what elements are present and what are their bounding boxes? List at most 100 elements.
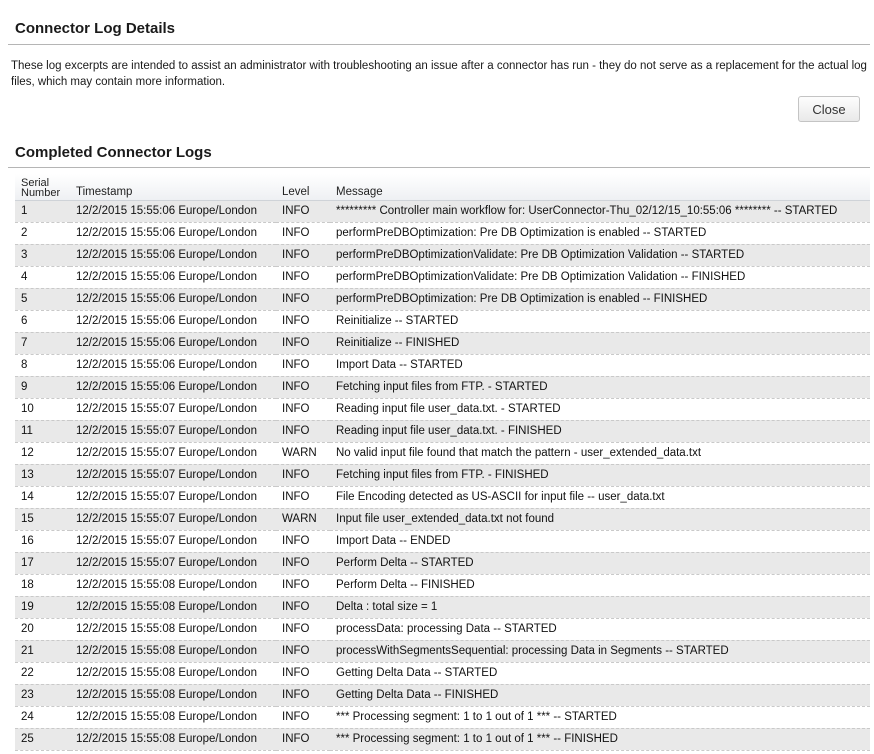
log-message-cell: Input file user_extended_data.txt not fo… (330, 508, 870, 531)
log-row: 11 12/2/2015 15:55:07 Europe/London INFO Re… (15, 420, 870, 443)
log-serial-cell: 11 (15, 420, 70, 443)
column-header-serial[interactable]: Serial Number (15, 174, 70, 201)
log-level-cell: INFO (276, 728, 330, 751)
log-row: 16 12/2/2015 15:55:07 Europe/London INFO Im… (15, 530, 870, 553)
log-message-cell: performPreDBOptimizationValidate: Pre DB… (330, 244, 870, 267)
log-row: 12 12/2/2015 15:55:07 Europe/London WARN No… (15, 442, 870, 465)
log-level-cell: INFO (276, 420, 330, 443)
log-timestamp-cell: 12/2/2015 15:55:08 Europe/London (70, 684, 276, 707)
log-timestamp-cell: 12/2/2015 15:55:06 Europe/London (70, 376, 276, 399)
log-serial-cell: 24 (15, 706, 70, 729)
log-row: 23 12/2/2015 15:55:08 Europe/London INFO Ge… (15, 684, 870, 707)
log-row: 9 12/2/2015 15:55:06 Europe/London INFO Fet… (15, 376, 870, 399)
log-timestamp-cell: 12/2/2015 15:55:08 Europe/London (70, 618, 276, 641)
log-timestamp-cell: 12/2/2015 15:55:08 Europe/London (70, 662, 276, 685)
log-row: 15 12/2/2015 15:55:07 Europe/London WARN In… (15, 508, 870, 531)
log-message-cell: Reinitialize -- STARTED (330, 310, 870, 333)
log-level-cell: INFO (276, 706, 330, 729)
log-level-cell: INFO (276, 464, 330, 487)
log-serial-cell: 3 (15, 244, 70, 267)
log-row: 13 12/2/2015 15:55:07 Europe/London INFO Fe… (15, 464, 870, 487)
log-serial-cell: 18 (15, 574, 70, 597)
log-row: 25 12/2/2015 15:55:08 Europe/London INFO **… (15, 728, 870, 751)
log-timestamp-cell: 12/2/2015 15:55:06 Europe/London (70, 310, 276, 333)
log-level-cell: INFO (276, 244, 330, 267)
log-timestamp-cell: 12/2/2015 15:55:06 Europe/London (70, 222, 276, 245)
log-serial-cell: 14 (15, 486, 70, 509)
column-header-timestamp[interactable]: Timestamp (70, 174, 276, 201)
log-level-cell: INFO (276, 376, 330, 399)
log-message-cell: Perform Delta -- FINISHED (330, 574, 870, 597)
log-serial-cell: 2 (15, 222, 70, 245)
log-level-cell: INFO (276, 662, 330, 685)
log-serial-cell: 21 (15, 640, 70, 663)
log-row: 1 12/2/2015 15:55:06 Europe/London INFO ***… (15, 200, 870, 223)
log-message-cell: *** Processing segment: 1 to 1 out of 1 … (330, 706, 870, 729)
log-timestamp-cell: 12/2/2015 15:55:07 Europe/London (70, 552, 276, 575)
log-row: 8 12/2/2015 15:55:06 Europe/London INFO Imp… (15, 354, 870, 377)
log-level-cell: INFO (276, 618, 330, 641)
log-message-cell: ********* Controller main workflow for: … (330, 200, 870, 223)
log-serial-cell: 8 (15, 354, 70, 377)
close-button[interactable]: Close (798, 96, 860, 122)
log-serial-cell: 5 (15, 288, 70, 311)
log-row: 14 12/2/2015 15:55:07 Europe/London INFO Fi… (15, 486, 870, 509)
log-table-header: Serial Number Timestamp Level Message (15, 174, 870, 201)
log-serial-cell: 10 (15, 398, 70, 421)
log-row: 2 12/2/2015 15:55:06 Europe/London INFO per… (15, 222, 870, 245)
log-level-cell: INFO (276, 530, 330, 553)
log-serial-cell: 20 (15, 618, 70, 641)
log-timestamp-cell: 12/2/2015 15:55:06 Europe/London (70, 354, 276, 377)
log-level-cell: INFO (276, 332, 330, 355)
log-table-body: 1 12/2/2015 15:55:06 Europe/London INFO ***… (15, 200, 870, 751)
log-message-cell: Reading input file user_data.txt. - STAR… (330, 398, 870, 421)
log-row: 19 12/2/2015 15:55:08 Europe/London INFO De… (15, 596, 870, 619)
log-serial-cell: 6 (15, 310, 70, 333)
log-message-cell: performPreDBOptimizationValidate: Pre DB… (330, 266, 870, 289)
log-serial-cell: 25 (15, 728, 70, 751)
log-serial-cell: 19 (15, 596, 70, 619)
log-timestamp-cell: 12/2/2015 15:55:08 Europe/London (70, 728, 276, 751)
log-row: 18 12/2/2015 15:55:08 Europe/London INFO Pe… (15, 574, 870, 597)
log-serial-cell: 1 (15, 200, 70, 223)
log-level-cell: INFO (276, 310, 330, 333)
log-message-cell: Reinitialize -- FINISHED (330, 332, 870, 355)
log-level-cell: INFO (276, 288, 330, 311)
section-title: Completed Connector Logs (15, 144, 212, 161)
page-title: Connector Log Details (15, 20, 176, 37)
log-row: 4 12/2/2015 15:55:06 Europe/London INFO per… (15, 266, 870, 289)
log-level-cell: INFO (276, 398, 330, 421)
log-timestamp-cell: 12/2/2015 15:55:08 Europe/London (70, 640, 276, 663)
log-message-cell: Fetching input files from FTP. - STARTED (330, 376, 870, 399)
log-message-cell: Fetching input files from FTP. - FINISHE… (330, 464, 870, 487)
log-timestamp-cell: 12/2/2015 15:55:07 Europe/London (70, 464, 276, 487)
log-timestamp-cell: 12/2/2015 15:55:07 Europe/London (70, 420, 276, 443)
log-message-cell: *** Processing segment: 1 to 1 out of 1 … (330, 728, 870, 751)
log-message-cell: Delta : total size = 1 (330, 596, 870, 619)
log-message-cell: Getting Delta Data -- STARTED (330, 662, 870, 685)
column-header-message[interactable]: Message (330, 174, 870, 201)
log-row: 24 12/2/2015 15:55:08 Europe/London INFO **… (15, 706, 870, 729)
log-serial-cell: 4 (15, 266, 70, 289)
log-message-cell: Getting Delta Data -- FINISHED (330, 684, 870, 707)
log-serial-cell: 15 (15, 508, 70, 531)
log-timestamp-cell: 12/2/2015 15:55:08 Europe/London (70, 574, 276, 597)
log-timestamp-cell: 12/2/2015 15:55:07 Europe/London (70, 486, 276, 509)
log-timestamp-cell: 12/2/2015 15:55:08 Europe/London (70, 706, 276, 729)
log-message-cell: performPreDBOptimization: Pre DB Optimiz… (330, 222, 870, 245)
log-timestamp-cell: 12/2/2015 15:55:07 Europe/London (70, 530, 276, 553)
log-level-cell: WARN (276, 508, 330, 531)
log-level-cell: WARN (276, 442, 330, 465)
log-serial-cell: 23 (15, 684, 70, 707)
log-timestamp-cell: 12/2/2015 15:55:06 Europe/London (70, 288, 276, 311)
column-header-level[interactable]: Level (276, 174, 330, 201)
page-description: These log excerpts are intended to assis… (11, 60, 867, 88)
log-level-cell: INFO (276, 266, 330, 289)
log-serial-cell: 7 (15, 332, 70, 355)
log-row: 7 12/2/2015 15:55:06 Europe/London INFO Rei… (15, 332, 870, 355)
log-level-cell: INFO (276, 574, 330, 597)
log-level-cell: INFO (276, 354, 330, 377)
log-level-cell: INFO (276, 552, 330, 575)
log-row: 10 12/2/2015 15:55:07 Europe/London INFO Re… (15, 398, 870, 421)
log-timestamp-cell: 12/2/2015 15:55:06 Europe/London (70, 244, 276, 267)
